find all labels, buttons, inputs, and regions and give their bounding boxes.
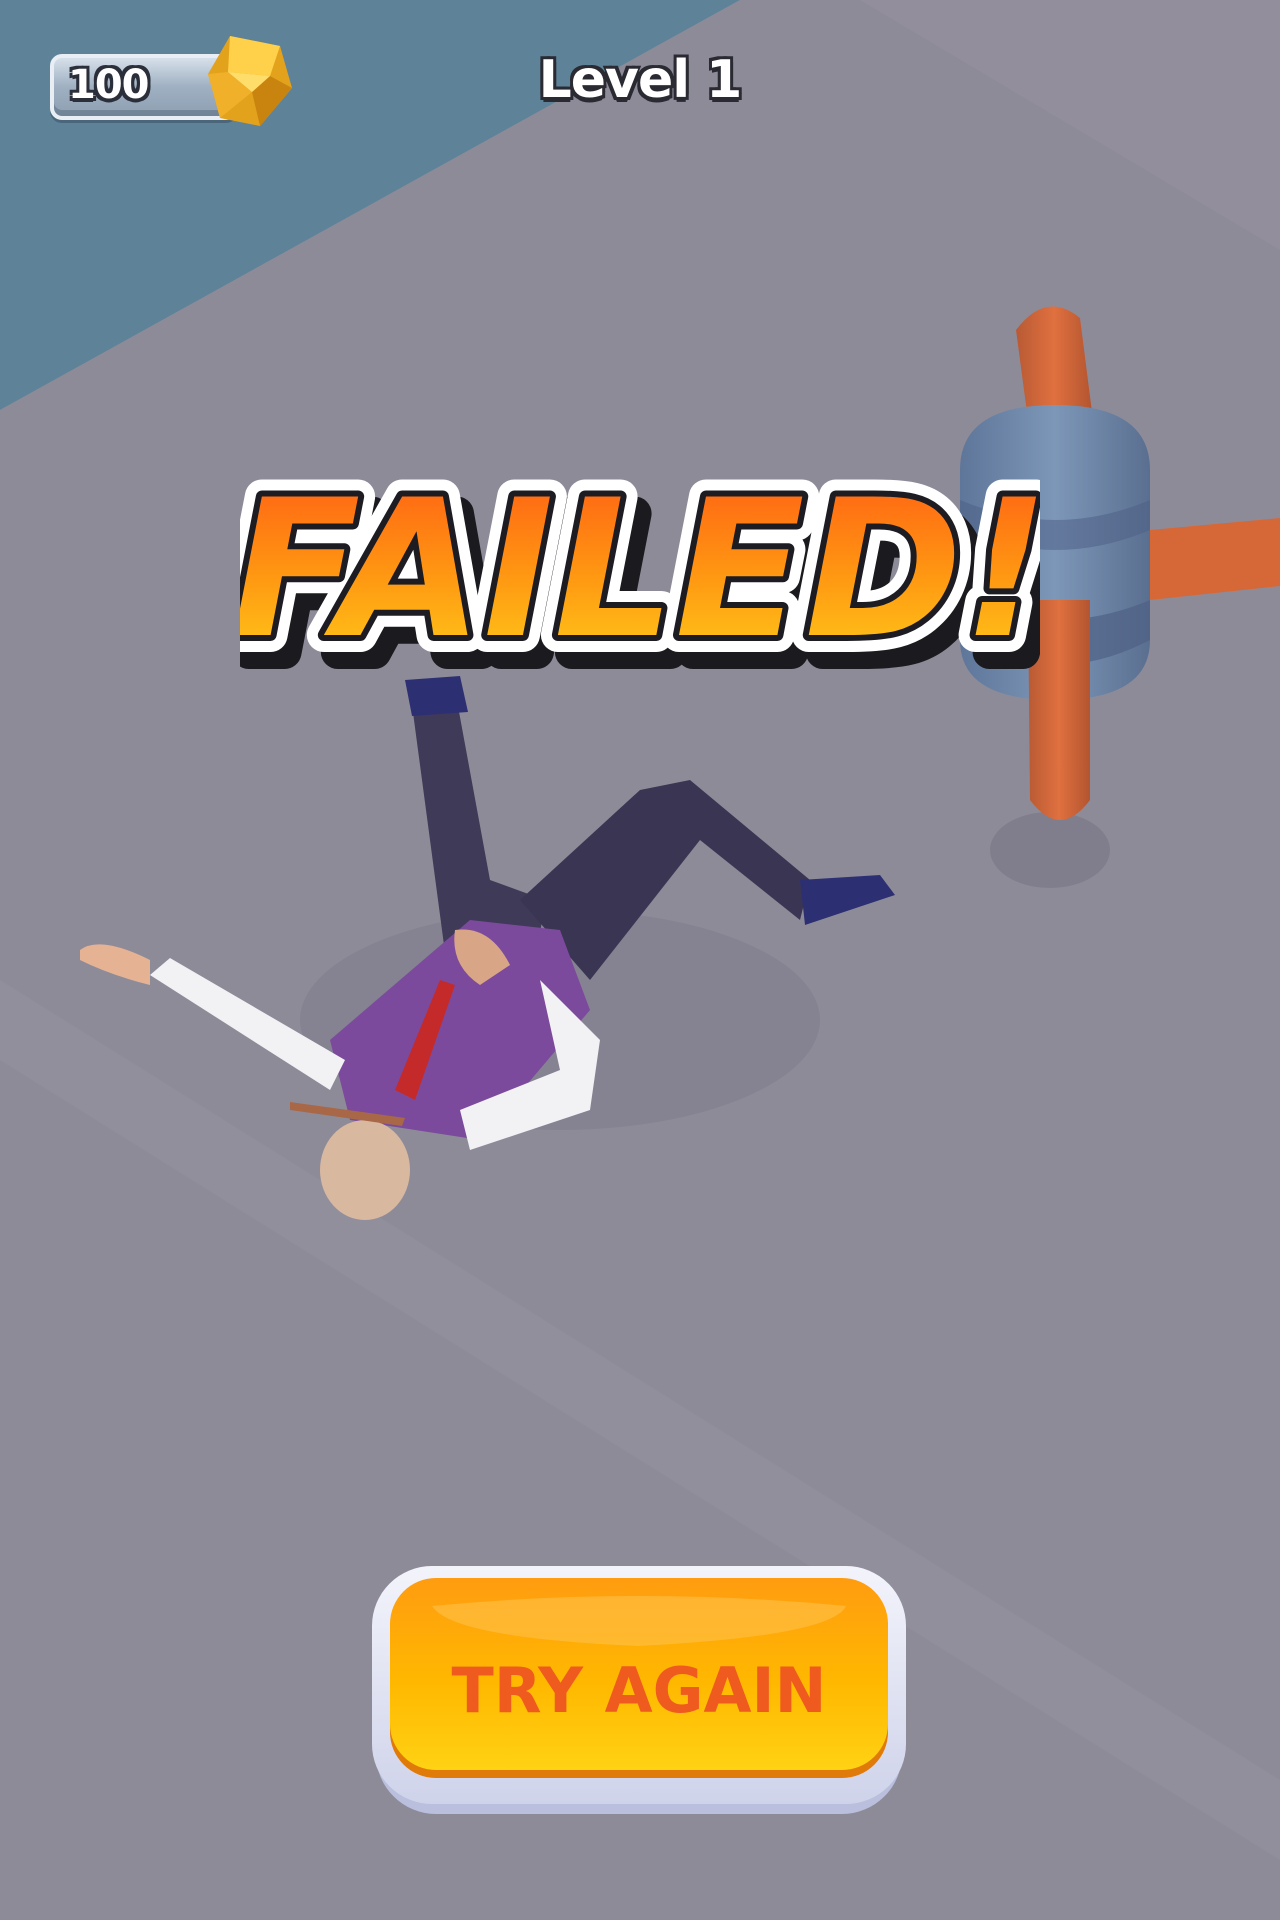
failed-banner: FAILED! FAILED! FAILED! FAILED!: [240, 442, 1040, 710]
try-again-label: TRY AGAIN: [451, 1654, 827, 1727]
obstacle-shadow: [990, 812, 1110, 888]
level-title: Level 1: [538, 50, 743, 110]
spinner-arm-right: [1150, 518, 1280, 600]
failed-text: FAILED!: [240, 459, 1040, 680]
spinner-arm-top: [1016, 306, 1092, 420]
character-head: [320, 1120, 410, 1220]
try-again-button[interactable]: TRY AGAIN: [372, 1566, 906, 1820]
